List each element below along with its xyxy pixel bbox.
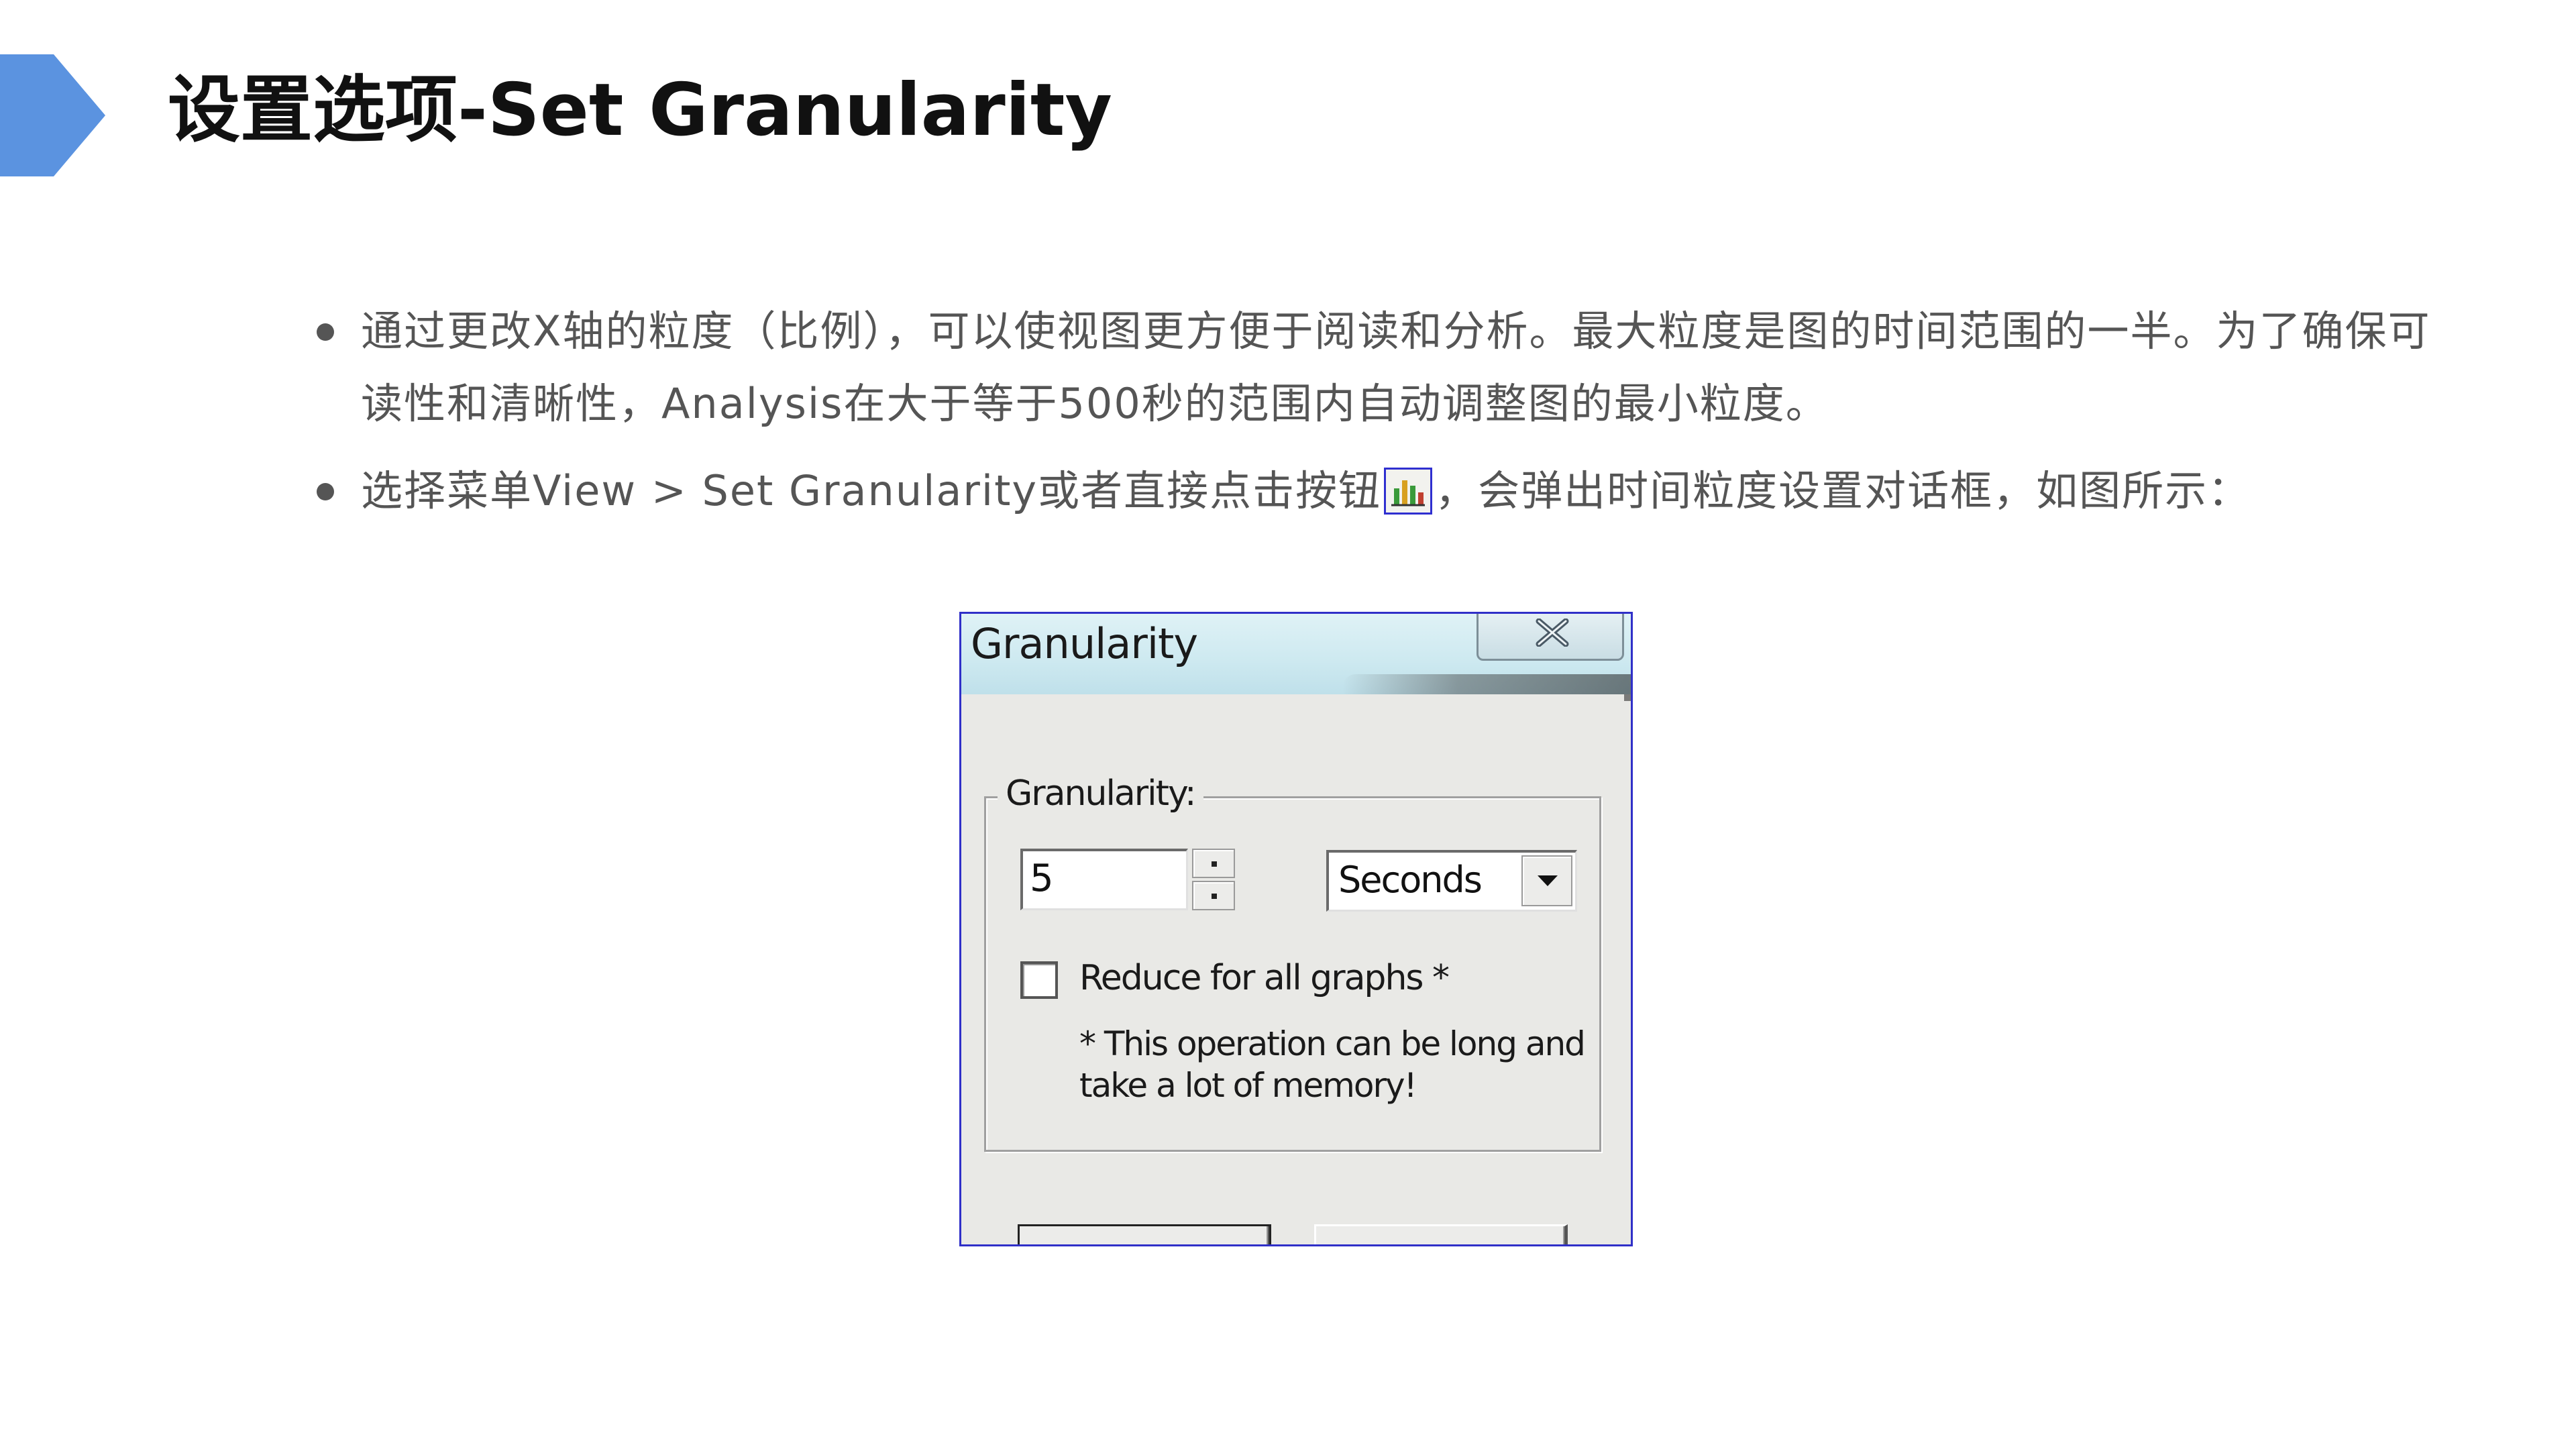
spin-down-button[interactable] [1192,881,1235,910]
granularity-value-input[interactable]: 5 [1020,849,1188,910]
granularity-spinner [1192,849,1235,910]
spin-up-button[interactable] [1192,849,1235,878]
dialog-title: Granularity [971,619,1198,668]
chevron-down-icon[interactable] [1521,855,1572,906]
bullet-text-after: ，会弹出时间粒度设置对话框，如图所示： [1435,466,2251,515]
unit-select-value: Seconds [1338,859,1483,901]
bullet-item-menu-instruction: 选择菜单View > Set Granularity或者直接点击按钮 ，会弹出时间… [309,455,2442,527]
bullet-text-before: 选择菜单View > Set Granularity或者直接点击按钮 [361,466,1382,515]
title-accent-chevron [0,54,105,176]
bullet-dot [317,323,334,341]
group-label: Granularity: [998,773,1203,814]
page-title: 设置选项-Set Granularity [168,68,1112,152]
bullet-item-granularity-description: 通过更改X轴的粒度（比例），可以使视图更方便于阅读和分析。最大粒度是图的时间范围… [309,295,2442,440]
close-icon [1536,619,1569,647]
bar-chart-icon [1391,480,1426,506]
bullet-dot [317,483,334,500]
dialog-titlebar: Granularity [961,614,1631,701]
granularity-dialog: Granularity Granularity: 5 Seconds Reduc… [959,612,1633,1246]
bullet-list: 通过更改X轴的粒度（比例），可以使视图更方便于阅读和分析。最大粒度是图的时间范围… [309,295,2442,527]
memory-warning-note: * This operation can be long and take a … [1079,1024,1586,1105]
cancel-button[interactable]: Cancel [1314,1224,1568,1244]
reduce-all-graphs-checkbox[interactable] [1020,961,1058,999]
unit-select[interactable]: Seconds [1326,850,1577,912]
bullet-text: 通过更改X轴的粒度（比例），可以使视图更方便于阅读和分析。最大粒度是图的时间范围… [361,307,2431,428]
ok-button[interactable]: OK [1018,1224,1271,1244]
reduce-all-graphs-label[interactable]: Reduce for all graphs * [1079,955,1450,1002]
close-button[interactable] [1477,614,1624,661]
dialog-client-area: Granularity: 5 Seconds Reduce for all gr… [968,694,1624,1244]
granularity-toolbar-button[interactable] [1384,468,1433,515]
